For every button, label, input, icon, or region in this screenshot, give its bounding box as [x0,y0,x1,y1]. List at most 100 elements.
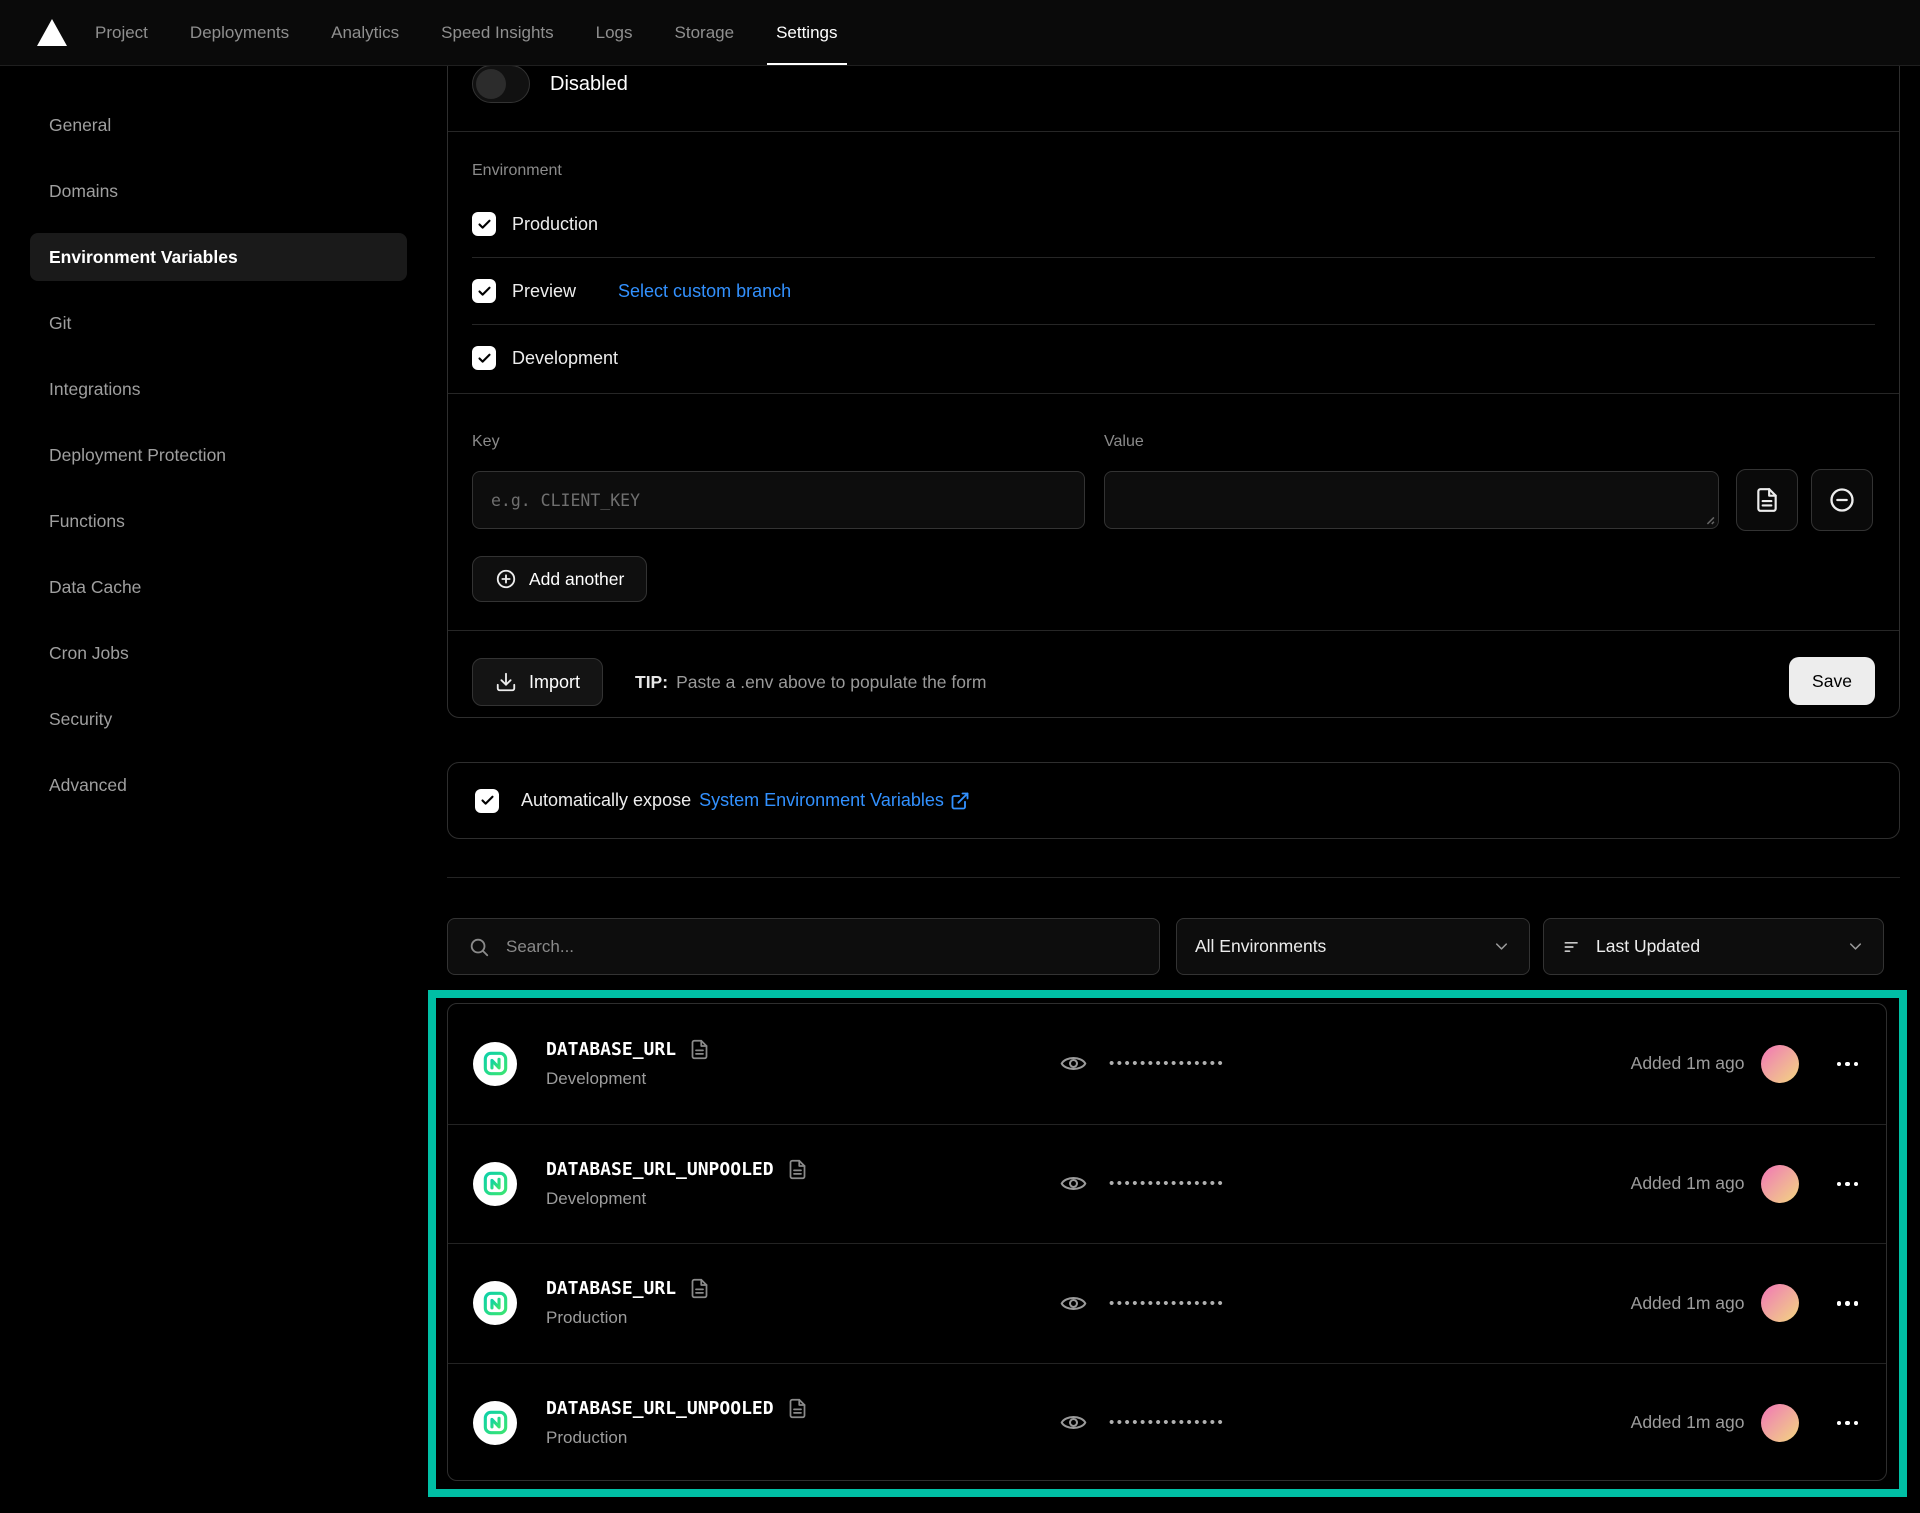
environment-section-label: Environment [472,162,562,180]
production-label: Production [512,214,598,235]
key-label: Key [472,433,500,451]
environment-filter-dropdown[interactable]: All Environments [1176,918,1530,975]
system-env-vars-link-text: System Environment Variables [699,790,944,811]
env-var-row[interactable]: DATABASE_URL Production ••••••••••••••• … [448,1243,1886,1363]
tip-text: TIP: Paste a .env above to populate the … [635,658,986,706]
row-menu-button[interactable] [1831,1295,1865,1312]
env-var-name: DATABASE_URL_UNPOOLED [546,1159,774,1180]
reveal-value-eye-icon[interactable] [1060,1050,1087,1077]
sidebar-item-general[interactable]: General [30,101,407,149]
tip-body: Paste a .env above to populate the form [676,672,986,693]
row-menu-button[interactable] [1831,1176,1865,1193]
external-link-icon [950,791,970,811]
checkmark-icon [480,793,495,808]
development-checkbox[interactable] [472,346,496,370]
save-button[interactable]: Save [1789,657,1875,705]
divider [472,324,1875,325]
added-timestamp: Added 1m ago [1631,1293,1745,1314]
neon-integration-icon [473,1401,517,1445]
sidebar-item-cron-jobs[interactable]: Cron Jobs [30,629,407,677]
added-timestamp: Added 1m ago [1631,1053,1745,1074]
resize-handle-icon[interactable] [1702,512,1715,525]
sort-dropdown[interactable]: Last Updated [1543,918,1884,975]
env-var-environment: Development [546,1189,808,1209]
add-another-button[interactable]: Add another [472,556,647,602]
nav-tab-analytics[interactable]: Analytics [310,0,420,65]
note-icon[interactable] [787,1159,808,1180]
row-menu-button[interactable] [1831,1415,1865,1432]
divider [448,393,1899,394]
env-var-name: DATABASE_URL [546,1278,676,1299]
sidebar-item-security[interactable]: Security [30,695,407,743]
sort-value: Last Updated [1596,936,1832,957]
add-another-label: Add another [529,569,624,590]
search-box[interactable] [447,918,1160,975]
remove-row-button[interactable] [1811,469,1873,531]
search-icon [468,936,490,958]
reveal-value-eye-icon[interactable] [1060,1290,1087,1317]
production-checkbox[interactable] [472,212,496,236]
chevron-down-icon [1492,937,1511,956]
toggle-knob [476,69,506,99]
auto-expose-checkbox[interactable] [475,789,499,813]
development-label: Development [512,348,618,369]
env-var-name: DATABASE_URL_UNPOOLED [546,1398,774,1419]
env-var-row[interactable]: DATABASE_URL_UNPOOLED Development ••••••… [448,1124,1886,1244]
divider [472,257,1875,258]
reveal-value-eye-icon[interactable] [1060,1170,1087,1197]
nav-tab-settings[interactable]: Settings [755,0,858,65]
note-icon[interactable] [689,1278,710,1299]
select-custom-branch-link[interactable]: Select custom branch [618,281,791,302]
nav-tab-speed-insights[interactable]: Speed Insights [420,0,574,65]
vercel-logo-icon[interactable] [0,19,74,46]
sidebar-item-data-cache[interactable]: Data Cache [30,563,407,611]
toggle-label: Disabled [550,73,628,96]
system-env-vars-link[interactable]: System Environment Variables [699,790,970,811]
env-var-form-card: Disabled Environment Production Preview … [447,12,1900,718]
neon-integration-icon [473,1042,517,1086]
sidebar-item-advanced[interactable]: Advanced [30,761,407,809]
plus-circle-icon [495,568,517,590]
sidebar-item-deployment-protection[interactable]: Deployment Protection [30,431,407,479]
search-input[interactable] [506,937,1159,957]
sensitive-toggle[interactable] [472,65,530,103]
sidebar-item-functions[interactable]: Functions [30,497,407,545]
import-button[interactable]: Import [472,658,603,706]
masked-value: ••••••••••••••• [1109,1175,1225,1192]
env-var-environment: Production [546,1308,710,1328]
sidebar-item-integrations[interactable]: Integrations [30,365,407,413]
preview-checkbox[interactable] [472,279,496,303]
env-var-row[interactable]: DATABASE_URL Development •••••••••••••••… [448,1004,1886,1124]
added-timestamp: Added 1m ago [1631,1412,1745,1433]
note-icon[interactable] [689,1039,710,1060]
auto-expose-card: Automatically expose System Environment … [447,762,1900,839]
sidebar-item-domains[interactable]: Domains [30,167,407,215]
value-input[interactable] [1104,471,1719,529]
neon-integration-icon [473,1162,517,1206]
paste-env-file-button[interactable] [1736,469,1798,531]
note-icon[interactable] [787,1398,808,1419]
nav-tab-deployments[interactable]: Deployments [169,0,310,65]
env-var-row[interactable]: DATABASE_URL_UNPOOLED Production •••••••… [448,1363,1886,1482]
top-navigation: Project Deployments Analytics Speed Insi… [0,0,1920,66]
key-input[interactable] [472,471,1085,529]
nav-tab-storage[interactable]: Storage [654,0,756,65]
nav-tab-logs[interactable]: Logs [575,0,654,65]
user-avatar [1761,1404,1799,1442]
environment-filter-value: All Environments [1195,936,1478,957]
settings-sidebar: General Domains Environment Variables Gi… [30,101,407,827]
checkmark-icon [477,284,492,299]
sidebar-item-environment-variables[interactable]: Environment Variables [30,233,407,281]
neon-integration-icon [473,1281,517,1325]
divider [447,877,1900,878]
nav-tab-project[interactable]: Project [74,0,169,65]
minus-circle-icon [1828,486,1856,514]
reveal-value-eye-icon[interactable] [1060,1409,1087,1436]
filters-row: All Environments Last Updated [447,918,1900,975]
row-menu-button[interactable] [1831,1056,1865,1073]
user-avatar [1761,1045,1799,1083]
sidebar-item-git[interactable]: Git [30,299,407,347]
file-text-icon [1754,487,1780,513]
chevron-down-icon [1846,937,1865,956]
auto-expose-label: Automatically expose [521,790,691,811]
